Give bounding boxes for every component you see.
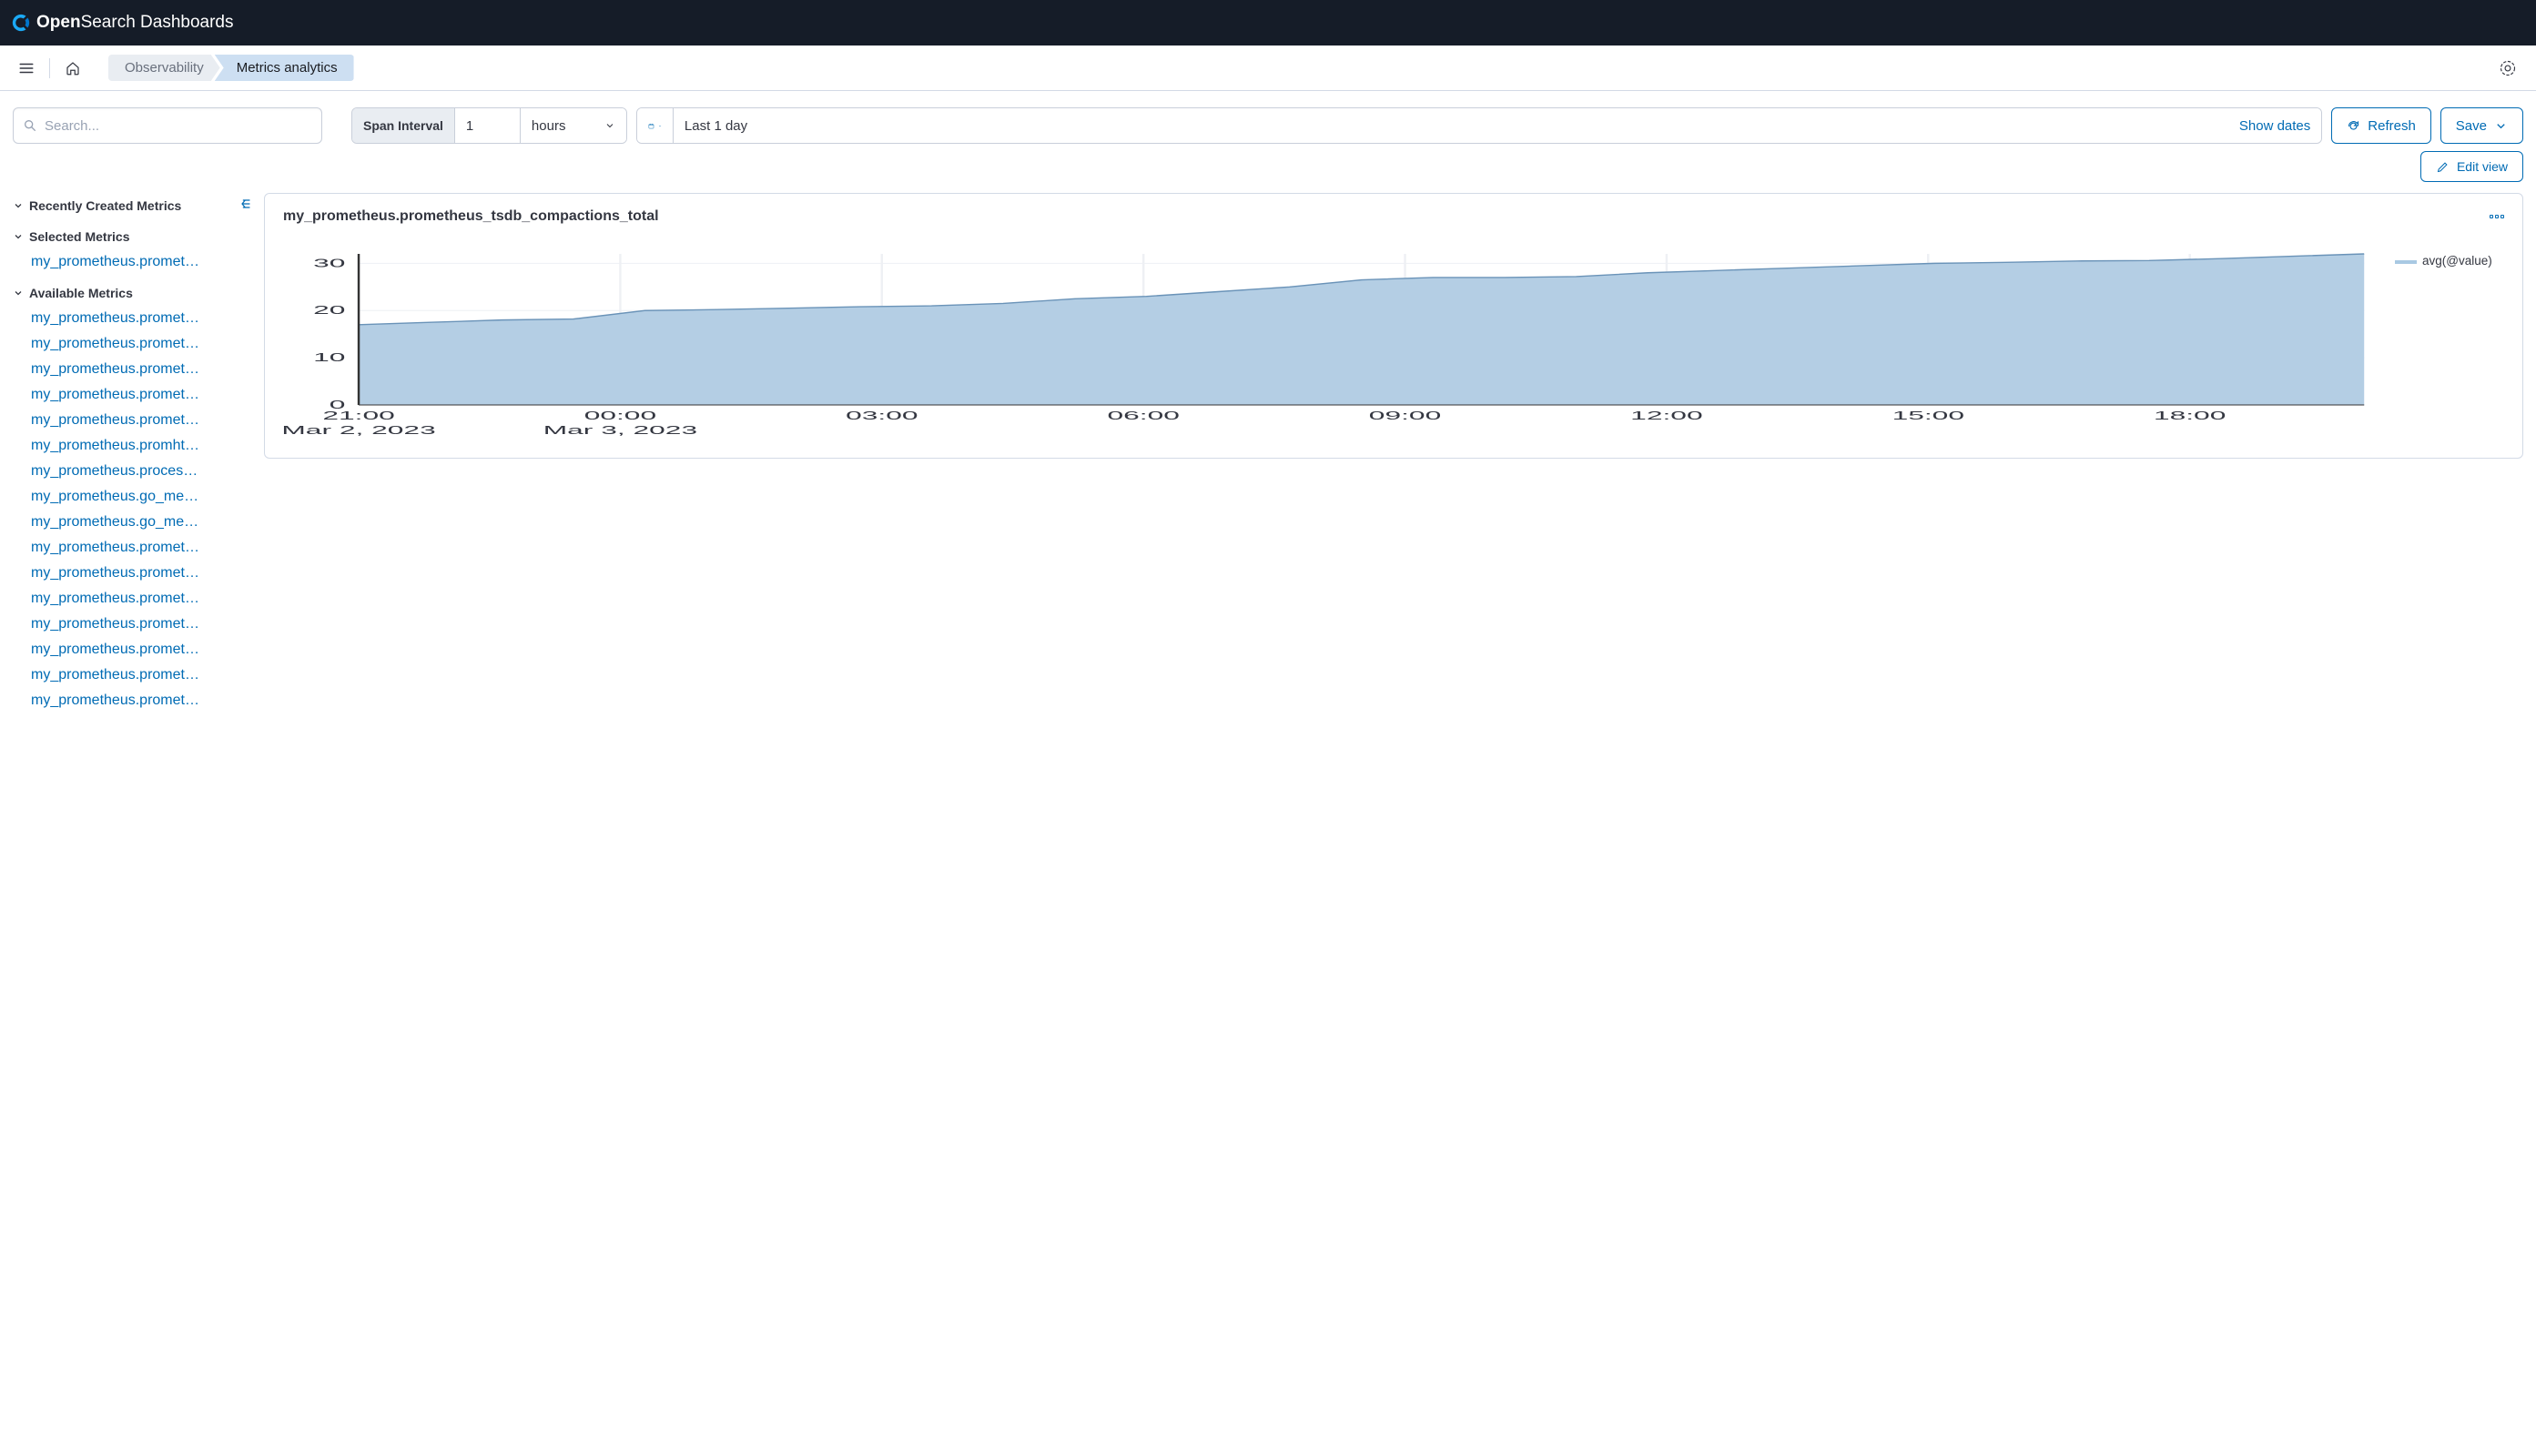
refresh-label: Refresh xyxy=(2368,118,2416,134)
hamburger-menu-icon[interactable] xyxy=(11,53,42,84)
refresh-button[interactable]: Refresh xyxy=(2331,107,2431,144)
chart-legend: avg(@value) xyxy=(2395,250,2504,441)
available-metric-item[interactable]: my_prometheus.promet… xyxy=(13,561,248,586)
available-metric-item[interactable]: my_prometheus.go_me… xyxy=(13,510,248,535)
top-bar: OpenSearch Dashboards xyxy=(0,0,2536,46)
product-logo[interactable]: OpenSearch Dashboards xyxy=(11,13,234,33)
help-icon[interactable] xyxy=(2492,53,2523,84)
recent-metrics-label: Recently Created Metrics xyxy=(29,198,181,213)
search-input[interactable] xyxy=(45,118,312,134)
available-metric-item[interactable]: my_prometheus.promet… xyxy=(13,408,248,433)
collapse-sidebar-icon[interactable] xyxy=(238,197,253,214)
selected-metrics-header[interactable]: Selected Metrics xyxy=(13,224,248,249)
logo-text-dash: Dashboards xyxy=(140,13,233,32)
available-metric-item[interactable]: my_prometheus.proces… xyxy=(13,459,248,484)
available-metric-item[interactable]: my_prometheus.promet… xyxy=(13,357,248,382)
available-metrics-header[interactable]: Available Metrics xyxy=(13,280,248,306)
opensearch-icon xyxy=(11,13,31,33)
svg-text:00:00: 00:00 xyxy=(584,410,656,422)
save-button[interactable]: Save xyxy=(2440,107,2523,144)
chevron-down-icon xyxy=(658,122,662,130)
chevron-down-icon xyxy=(2494,119,2508,133)
metrics-sidebar: Recently Created Metrics Selected Metric… xyxy=(13,193,248,719)
area-chart: 010203021:00Mar 2, 202300:00Mar 3, 20230… xyxy=(283,250,2373,441)
available-metric-item[interactable]: my_prometheus.promet… xyxy=(13,612,248,637)
quick-date-button[interactable] xyxy=(637,108,674,143)
selected-metrics-label: Selected Metrics xyxy=(29,229,130,244)
logo-text-search: Search xyxy=(81,13,136,32)
date-range-group: Last 1 day Show dates xyxy=(636,107,2322,144)
search-icon xyxy=(23,118,37,133)
span-interval-value[interactable]: 1 xyxy=(455,108,521,143)
svg-text:03:00: 03:00 xyxy=(846,410,918,422)
date-range-display[interactable]: Last 1 day Show dates xyxy=(674,108,2321,143)
pencil-icon xyxy=(2436,160,2450,174)
available-metric-item[interactable]: my_prometheus.promht… xyxy=(13,433,248,459)
chevron-down-icon xyxy=(13,288,24,298)
span-interval-unit-select[interactable]: hours xyxy=(521,108,626,143)
show-dates-link[interactable]: Show dates xyxy=(2239,118,2310,134)
available-metric-item[interactable]: my_prometheus.promet… xyxy=(13,382,248,408)
panel-menu-icon[interactable] xyxy=(2490,215,2504,218)
available-metrics-label: Available Metrics xyxy=(29,286,133,300)
available-metric-item[interactable]: my_prometheus.promet… xyxy=(13,331,248,357)
date-range-text: Last 1 day xyxy=(685,118,747,134)
edit-view-button[interactable]: Edit view xyxy=(2420,151,2523,182)
available-metric-item[interactable]: my_prometheus.promet… xyxy=(13,306,248,331)
available-metric-item[interactable]: my_prometheus.promet… xyxy=(13,688,248,713)
chart-panel: my_prometheus.prometheus_tsdb_compaction… xyxy=(264,193,2523,459)
nav-separator xyxy=(49,58,50,78)
selected-metric-item[interactable]: my_prometheus.promet… xyxy=(13,249,248,275)
svg-text:Mar 3, 2023: Mar 3, 2023 xyxy=(543,424,697,437)
available-metric-item[interactable]: my_prometheus.promet… xyxy=(13,637,248,662)
breadcrumb-current: Metrics analytics xyxy=(215,55,354,81)
available-metric-item[interactable]: my_prometheus.go_me… xyxy=(13,484,248,510)
recent-metrics-header[interactable]: Recently Created Metrics xyxy=(13,193,248,218)
available-metric-item[interactable]: my_prometheus.promet… xyxy=(13,535,248,561)
save-label: Save xyxy=(2456,118,2487,134)
svg-text:18:00: 18:00 xyxy=(2154,410,2226,422)
svg-text:15:00: 15:00 xyxy=(1892,410,1964,422)
span-interval-label: Span Interval xyxy=(352,108,455,143)
svg-text:30: 30 xyxy=(313,257,345,269)
svg-text:10: 10 xyxy=(313,351,345,364)
logo-text-open: Open xyxy=(36,13,81,32)
span-unit-text: hours xyxy=(532,118,566,134)
svg-text:06:00: 06:00 xyxy=(1107,410,1179,422)
chart-area: 010203021:00Mar 2, 202300:00Mar 3, 20230… xyxy=(283,250,2373,441)
svg-text:20: 20 xyxy=(313,304,345,317)
legend-swatch xyxy=(2395,260,2417,264)
svg-text:21:00: 21:00 xyxy=(322,410,394,422)
panel-title: my_prometheus.prometheus_tsdb_compaction… xyxy=(283,208,659,225)
nav-row: Observability Metrics analytics xyxy=(0,46,2536,91)
toolbar: Span Interval 1 hours Last 1 day Show da… xyxy=(0,91,2536,151)
refresh-icon xyxy=(2347,119,2360,133)
span-interval-group: Span Interval 1 hours xyxy=(351,107,627,144)
search-input-wrap[interactable] xyxy=(13,107,322,144)
breadcrumb: Observability Metrics analytics xyxy=(108,55,354,81)
svg-text:09:00: 09:00 xyxy=(1369,410,1441,422)
svg-text:Mar 2, 2023: Mar 2, 2023 xyxy=(283,424,436,437)
available-metric-item[interactable]: my_prometheus.promet… xyxy=(13,586,248,612)
home-icon[interactable] xyxy=(57,53,88,84)
edit-view-label: Edit view xyxy=(2457,159,2508,174)
chevron-down-icon xyxy=(604,120,615,131)
available-metric-item[interactable]: my_prometheus.promet… xyxy=(13,662,248,688)
svg-text:12:00: 12:00 xyxy=(1630,410,1702,422)
chevron-down-icon xyxy=(13,200,24,211)
chevron-down-icon xyxy=(13,231,24,242)
breadcrumb-observability[interactable]: Observability xyxy=(108,55,220,81)
legend-label: avg(@value) xyxy=(2422,254,2492,268)
calendar-icon xyxy=(648,119,654,133)
